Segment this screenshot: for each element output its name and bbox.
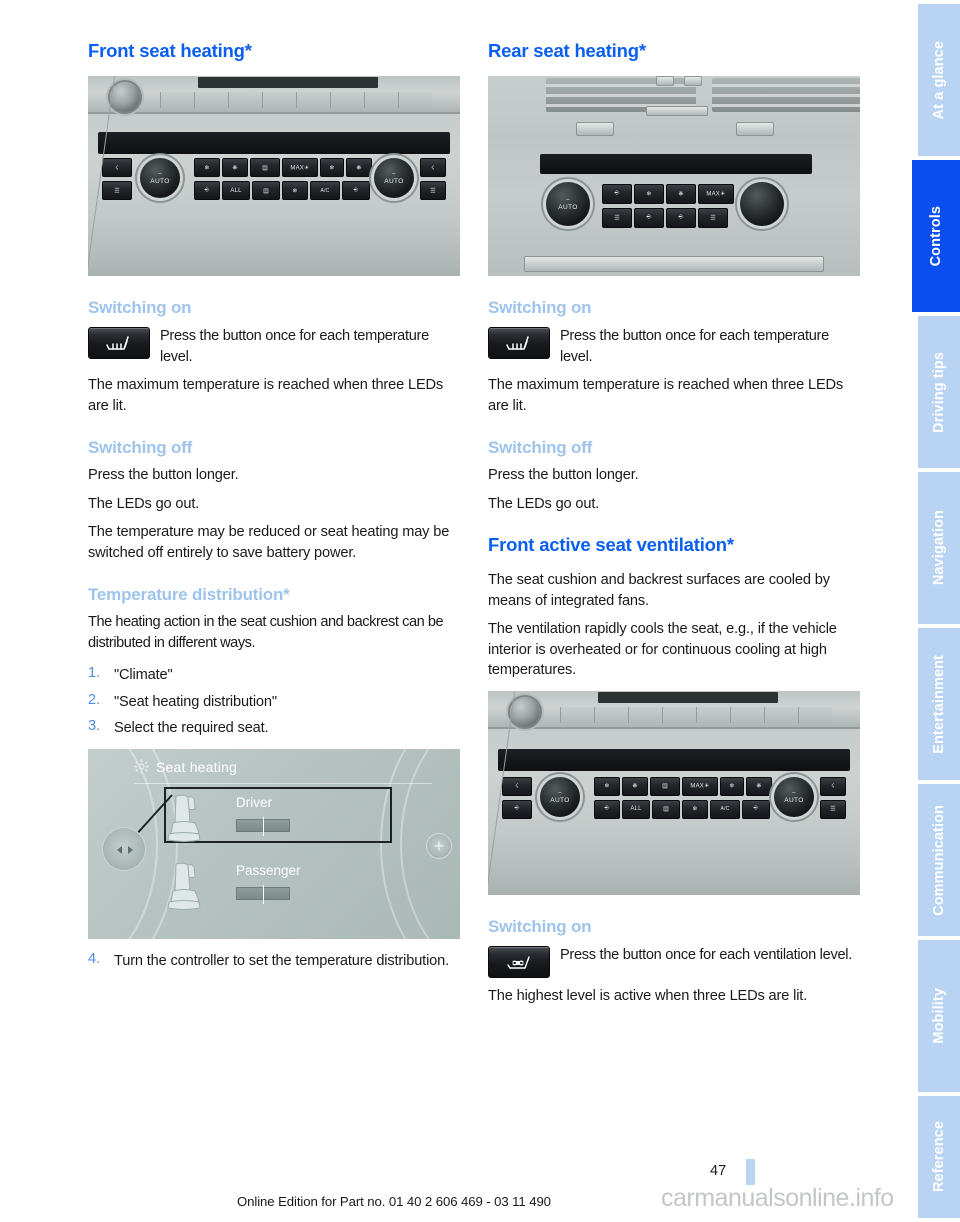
sidebar-tab-reference[interactable]: Reference [918,1096,960,1218]
front-climate-control-photo-ventilation: ☇ ⎆ − AUTO ❄ ❋ ▤ MAX☀ ❄ ❋ ⎆ ALL ▤ ❄ A/C ⎆… [488,690,860,895]
sidebar-tab-label: Driving tips [931,351,947,433]
ventilation-para2: The ventilation rapidly cools the seat, … [488,621,837,678]
idrive-passenger-slider[interactable] [236,884,290,904]
idrive-header: Seat heating [134,759,237,775]
temperature-distribution-steps: 1. "Climate" 2. "Seat heating distributi… [88,665,460,739]
page-number-bar [746,1159,755,1185]
sidebar-tab-label: Reference [931,1121,947,1193]
page-title-front-active-seat-ventilation: Front active seat ventilation* [488,534,734,555]
sidebar-tab-driving-tips[interactable]: Driving tips [918,316,960,468]
step-text: Select the required seat. [114,720,269,736]
temperature-distribution-step4: 4. Turn the controller to set the temper… [88,951,460,972]
step-text: "Climate" [114,667,173,683]
list-item: 4. Turn the controller to set the temper… [88,951,460,972]
car-seat-icon [167,794,201,842]
seat-heating-icon[interactable] [88,327,150,359]
sidebar-tab-label: Navigation [931,510,947,586]
sidebar-tab-communication[interactable]: Communication [918,784,960,936]
page-title-front-seat-heating: Front seat heating* [88,40,252,61]
watermark: carmanualsonline.info [661,1184,894,1212]
idrive-driver-slider[interactable] [236,816,290,836]
sidebar-tab-label: Controls [928,205,944,267]
sidebar-tab-navigation[interactable]: Navigation [918,472,960,624]
car-seat-icon [167,862,201,910]
front-climate-control-photo: ☇ ☰ − AUTO ❄ ❋ ▤ MAX☀ ❄ ❋ ⎆ ALL ▤ ❄ A/C ⎆ [88,76,460,276]
switching-on-ventilation-text: Press the button once for each ventilati… [560,946,852,963]
list-item: 3. Select the required seat. [88,718,460,739]
switching-on-rear-text: Press the button once for each temperatu… [560,328,829,365]
left-column: Front seat heating* ☇ ☰ − AUTO ❄ ❋ ▤ MAX… [88,40,460,977]
temperature-distribution-intro: The heating action in the seat cushion a… [88,614,444,651]
switching-off-front-line3: The temperature may be reduced or seat h… [88,524,450,561]
sidebar-tab-label: Mobility [931,988,947,1044]
step-text: "Seat heating distribution" [114,693,277,710]
list-item: 1. "Climate" [88,665,460,686]
switching-on-ventilation-note: The highest level is active when three L… [488,987,808,1004]
right-column: Rear seat heating* − AUTO ⎆ ❄ ❋ MAX☀ ☰ ⎆… [488,40,860,1014]
sidebar-tab-label: At a glance [931,40,947,120]
switching-off-front-line1: Press the button longer. [88,467,239,483]
dpad-left-right-icon[interactable] [102,826,146,871]
heading-switching-off-front: Switching off [88,438,193,457]
rear-climate-control-photo: − AUTO ⎆ ❄ ❋ MAX☀ ☰ ⎆ ⎆ ☰ [488,76,860,276]
heading-switching-on-front: Switching on [88,298,192,317]
step-number: 2. [88,691,101,708]
sidebar-tab-entertainment[interactable]: Entertainment [918,628,960,780]
switching-on-rear-note: The maximum temperature is reached when … [488,377,844,414]
settings-gear-icon [134,759,149,774]
idrive-plus-button[interactable]: + [426,832,452,859]
seat-heating-icon[interactable] [488,327,550,359]
switching-off-rear-line1: Press the button longer. [488,467,639,483]
step-number: 4. [88,950,101,967]
switching-on-front-text: Press the button once for each temperatu… [160,328,429,365]
sidebar-tab-label: Entertainment [931,654,947,754]
step-number: 3. [88,718,101,734]
idrive-driver-label: Driver [236,794,272,810]
switching-on-front-note: The maximum temperature is reached when … [88,377,444,414]
step-number: 1. [88,665,101,681]
seat-ventilation-icon[interactable] [488,945,550,978]
switching-off-rear-line2: The LEDs go out. [488,495,600,512]
idrive-seat-heating-screen: Seat heating Driver Passenger + [88,748,460,939]
switching-on-rear-instruction: Press the button once for each temperatu… [488,325,860,367]
switching-off-front-line2: The LEDs go out. [88,495,200,512]
page-title-rear-seat-heating: Rear seat heating* [488,40,646,61]
heading-switching-on-ventilation: Switching on [488,916,592,936]
sidebar-tab-label: Communication [931,804,947,916]
ventilation-para1: The seat cushion and backrest surfaces a… [488,572,830,609]
manual-page: Front seat heating* ☇ ☰ − AUTO ❄ ❋ ▤ MAX… [0,0,960,1222]
switching-on-front-instruction: Press the button once for each temperatu… [88,325,460,367]
heading-switching-off-rear: Switching off [488,438,593,457]
sidebar-tab-mobility[interactable]: Mobility [918,940,960,1092]
heading-switching-on-rear: Switching on [488,298,592,317]
sidebar-tab-at-a-glance[interactable]: At a glance [918,4,960,156]
list-item: 2. "Seat heating distribution" [88,692,460,713]
page-number: 47 [710,1163,727,1179]
sidebar-tab-controls[interactable]: Controls [912,160,960,312]
footer-note: Online Edition for Part no. 01 40 2 606 … [237,1194,551,1209]
idrive-passenger-label: Passenger [236,862,301,878]
heading-temperature-distribution: Temperature distribution* [88,585,290,604]
chapter-sidebar: At a glance Controls Driving tips Naviga… [890,0,960,1222]
step-text: Turn the controller to set the temperatu… [114,952,449,969]
switching-on-ventilation-instruction: Press the button once for each ventilati… [488,944,860,978]
idrive-title: Seat heating [156,758,238,775]
